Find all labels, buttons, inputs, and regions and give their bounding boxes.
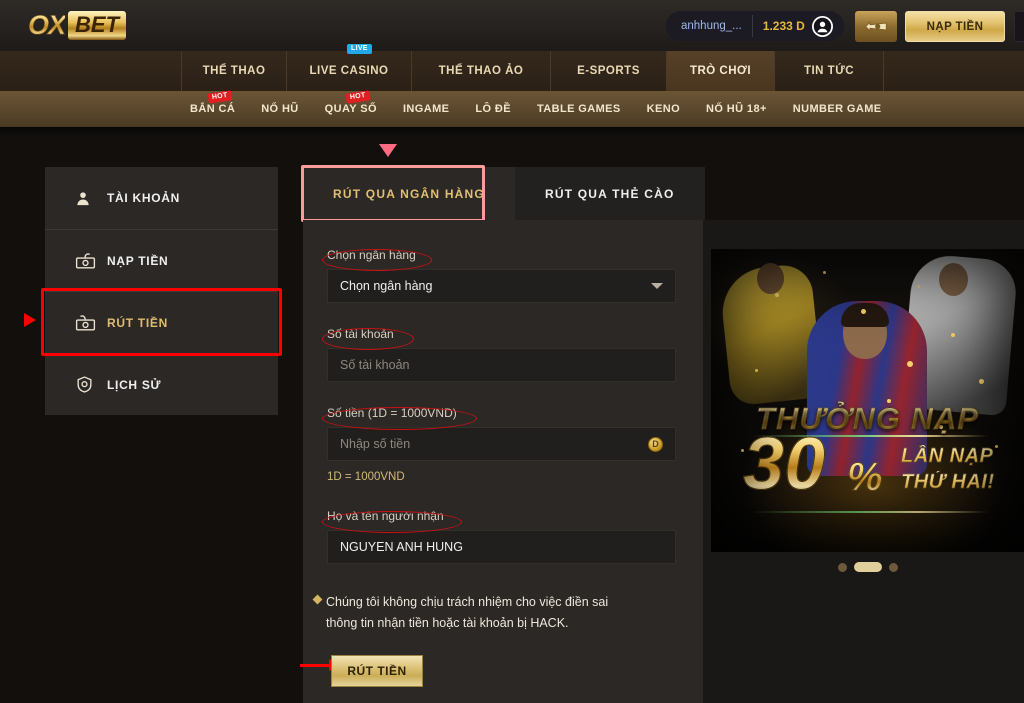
sidebar-item-lich-su[interactable]: LỊCH SỬ [45, 353, 278, 415]
deposit-button[interactable]: NẠP TIỀN [905, 11, 1005, 42]
live-badge: LIVE [347, 44, 372, 54]
subnav-label: NỔ HŨ [261, 103, 299, 115]
banner-vignette [711, 249, 1024, 552]
edge-button[interactable] [1014, 11, 1024, 42]
nav-item-tin-tuc[interactable]: TIN TỨC [774, 51, 884, 91]
nav-item-the-thao-ao[interactable]: THỂ THAO ẢO [411, 51, 550, 91]
annotation-arrow-tab [379, 144, 397, 157]
account-number-input[interactable]: Số tài khoản [327, 348, 676, 382]
bank-label: Chọn ngân hàng [327, 248, 416, 262]
amount-placeholder: Nhập số tiền [340, 437, 411, 451]
site-logo[interactable]: OX BET [28, 8, 163, 42]
subnav-label: BẮN CÁ [190, 103, 236, 115]
account-number-label: Số tài khoản [327, 327, 394, 341]
sidebar-item-label: NẠP TIỀN [107, 253, 169, 268]
subnav-label: NỔ HŨ 18+ [706, 103, 767, 115]
chevron-down-icon [651, 283, 663, 289]
subnav-item-ingame[interactable]: INGAME [403, 103, 449, 115]
nav-label: THỂ THAO [202, 65, 266, 77]
subnav-label: NUMBER GAME [792, 103, 882, 115]
field-account-number: Số tài khoản Số tài khoản [327, 327, 676, 382]
subnav-item-number-game[interactable]: NUMBER GAME [793, 103, 882, 115]
subnav-item-table-games[interactable]: TABLE GAMES [537, 103, 621, 115]
carousel-dot-3[interactable] [888, 562, 898, 572]
top-bar: OX BET anhhung_... 1.233 D NẠP TIỀN [0, 0, 1024, 51]
receiver-name-label: Họ và tên người nhận [327, 509, 444, 523]
logo-text-ox: OX [28, 9, 67, 40]
note-line-2: thông tin nhận tiền hoặc tài khoản bị HA… [326, 616, 569, 630]
bank-select-value: Chọn ngân hàng [340, 279, 433, 293]
avatar[interactable] [811, 15, 833, 37]
main-navigation: THỂ THAO LIVE LIVE CASINO THỂ THAO ẢO E-… [0, 44, 1024, 91]
sidebar-item-label: TÀI KHOẢN [107, 191, 180, 205]
amount-input[interactable]: Nhập số tiền D [327, 427, 676, 461]
withdraw-tabs: RÚT QUA NGÂN HÀNG RÚT QUA THẺ CÀO [303, 167, 705, 220]
annotation-arrow-sidebar [24, 313, 36, 327]
sidebar-item-tai-khoan[interactable]: TÀI KHOẢN [45, 167, 278, 229]
banner-carousel-dots [711, 556, 1024, 578]
annotation-arrow-submit [300, 659, 340, 671]
tab-rut-qua-ngan-hang[interactable]: RÚT QUA NGÂN HÀNG [303, 167, 515, 220]
carousel-dot-2-active[interactable] [853, 562, 882, 572]
subnav-item-ban-ca[interactable]: HOT BẮN CÁ [190, 90, 236, 115]
currency-coin-icon: D [648, 436, 663, 452]
subnav-item-quay-so[interactable]: HOT QUAY SỐ [324, 90, 377, 115]
money-icon [865, 21, 887, 32]
nav-item-live-casino[interactable]: LIVE LIVE CASINO [286, 44, 411, 91]
nav-label: TRÒ CHƠI [689, 65, 752, 77]
field-receiver-name: Họ và tên người nhận NGUYEN ANH HUNG [327, 509, 676, 564]
bank-select[interactable]: Chọn ngân hàng [327, 269, 676, 303]
amount-label: Số tiền (1D = 1000VND) [327, 406, 457, 420]
nav-label: TIN TỨC [803, 65, 855, 77]
field-bank: Chọn ngân hàng Chọn ngân hàng [327, 248, 676, 303]
tab-rut-qua-the-cao[interactable]: RÚT QUA THẺ CÀO [514, 167, 705, 220]
receiver-name-input[interactable]: NGUYEN ANH HUNG [327, 530, 676, 564]
subnav-item-no-hu-18[interactable]: NỔ HŨ 18+ [706, 103, 767, 115]
subnav-item-no-hu[interactable]: NỔ HŨ [261, 103, 298, 115]
withdraw-submit-button[interactable]: RÚT TIỀN [331, 655, 423, 687]
nav-shadow [0, 127, 1024, 136]
subnav-label: LÔ ĐỀ [475, 103, 511, 115]
subnav-item-keno[interactable]: KENO [647, 103, 680, 115]
history-shield-icon [75, 375, 101, 394]
money-withdraw-icon [75, 313, 101, 332]
promo-banner[interactable]: THƯỞNG NẠP 30 % LẦN NẠP THỨ HAI! [711, 249, 1024, 552]
nav-item-tro-choi[interactable]: TRÒ CHƠI [666, 51, 774, 91]
nav-label: LIVE CASINO [309, 65, 389, 77]
disclaimer-note: Chúng tôi không chịu trách nhiệm cho việ… [312, 592, 686, 634]
sidebar-item-label: LỊCH SỬ [107, 377, 162, 392]
rate-hint: 1D = 1000VND [327, 471, 405, 483]
sub-navigation: HOT BẮN CÁ NỔ HŨ HOT QUAY SỐ INGAME LÔ Đ… [0, 90, 1024, 127]
subnav-label: QUAY SỐ [324, 103, 377, 115]
nav-label: THỂ THAO ẢO [438, 65, 524, 77]
sidebar-item-rut-tien[interactable]: RÚT TIỀN [45, 291, 278, 353]
subnav-label: INGAME [402, 103, 450, 115]
hot-badge: HOT [345, 90, 370, 104]
subnav-item-lo-de[interactable]: LÔ ĐỀ [475, 103, 511, 115]
account-balance: 1.233 D [762, 19, 805, 33]
field-amount: Số tiền (1D = 1000VND) Nhập số tiền D 1D… [327, 406, 676, 483]
subnav-label: TABLE GAMES [537, 103, 621, 115]
sidebar-item-nap-tien[interactable]: NẠP TIỀN [45, 229, 278, 291]
cashier-money-button[interactable] [855, 11, 897, 42]
account-pill[interactable]: anhhung_... 1.233 D [666, 11, 844, 41]
nav-item-the-thao[interactable]: THỂ THAO [181, 51, 286, 91]
account-sidebar: TÀI KHOẢN NẠP TIỀN RÚT TIỀN LỊCH SỬ [45, 167, 278, 415]
nav-label: E-SPORTS [577, 65, 640, 77]
account-username: anhhung_... [681, 20, 742, 32]
sidebar-item-label: RÚT TIỀN [107, 315, 168, 330]
user-icon [75, 190, 101, 207]
logo-text-bet: BET [68, 10, 127, 40]
carousel-dot-1[interactable] [837, 562, 847, 572]
note-line-1: Chúng tôi không chịu trách nhiệm cho việ… [326, 595, 609, 609]
page-root: OX BET anhhung_... 1.233 D NẠP TIỀN THỂ … [0, 0, 1024, 703]
subnav-label: KENO [646, 103, 681, 115]
hot-badge: HOT [207, 90, 233, 104]
money-deposit-icon [75, 251, 101, 270]
nav-item-e-sports[interactable]: E-SPORTS [550, 51, 666, 91]
